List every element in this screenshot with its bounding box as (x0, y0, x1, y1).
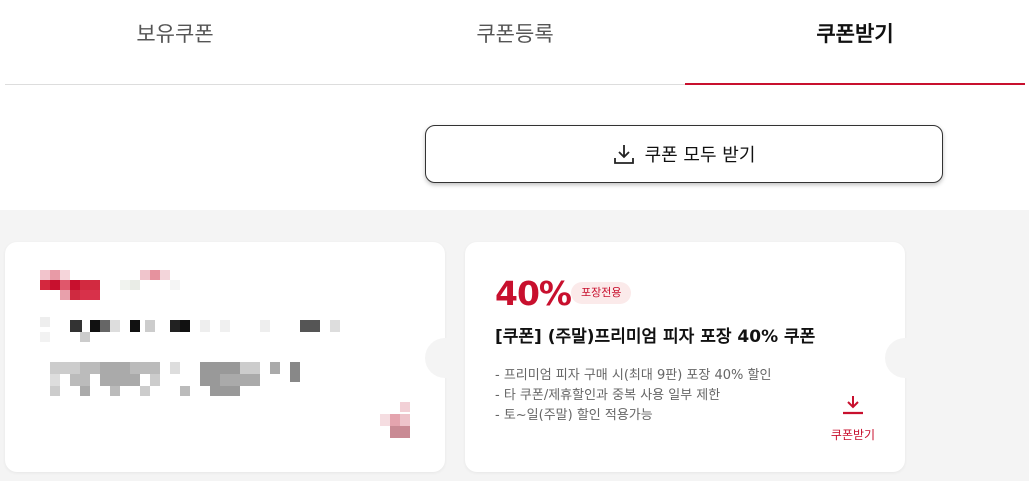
receive-coupon-label: 쿠폰받기 (830, 428, 876, 442)
discount-rate: 40% (495, 274, 572, 313)
coupon-detail-line: - 토~일(주말) 할인 적용가능 (495, 408, 653, 423)
coupon-title: [쿠폰] (주말)프리미엄 피자 포장 40% 쿠폰 (495, 327, 816, 347)
tab-owned-coupons[interactable]: 보유쿠폰 (5, 0, 345, 84)
download-icon (613, 145, 634, 164)
tab-receive-coupons[interactable]: 쿠폰받기 (685, 0, 1025, 85)
coupon-detail-line: - 프리미엄 피자 구매 시(최대 9판) 포장 40% 할인 (495, 368, 772, 383)
coupon-card: 40% 포장전용 [쿠폰] (주말)프리미엄 피자 포장 40% 쿠폰 - 프리… (465, 242, 925, 472)
main-content: 쿠폰 모두 받기 40% 포장전용 [쿠폰] (주말)프리미엄 피자 포장 40… (0, 85, 1029, 481)
coupon-list: 40% 포장전용 [쿠폰] (주말)프리미엄 피자 포장 40% 쿠폰 - 프리… (0, 210, 1029, 481)
tab-register-coupon[interactable]: 쿠폰등록 (345, 0, 685, 84)
coupon-detail-line: - 타 쿠폰/제휴할인과 중복 사용 일부 제한 (495, 388, 721, 403)
receive-coupon-button[interactable]: 쿠폰받기 (825, 394, 881, 443)
download-all-coupons-button[interactable]: 쿠폰 모두 받기 (425, 125, 943, 183)
tab-bar: 보유쿠폰 쿠폰등록 쿠폰받기 (5, 0, 1025, 85)
pickup-only-badge: 포장전용 (571, 282, 632, 304)
coupon-details: - 프리미엄 피자 구매 시(최대 9판) 포장 40% 할인 - 타 쿠폰/제… (495, 366, 771, 426)
download-all-label: 쿠폰 모두 받기 (644, 145, 756, 166)
coupon-card-blurred (5, 242, 465, 472)
pixelated-content (40, 270, 410, 438)
download-icon (843, 396, 863, 415)
